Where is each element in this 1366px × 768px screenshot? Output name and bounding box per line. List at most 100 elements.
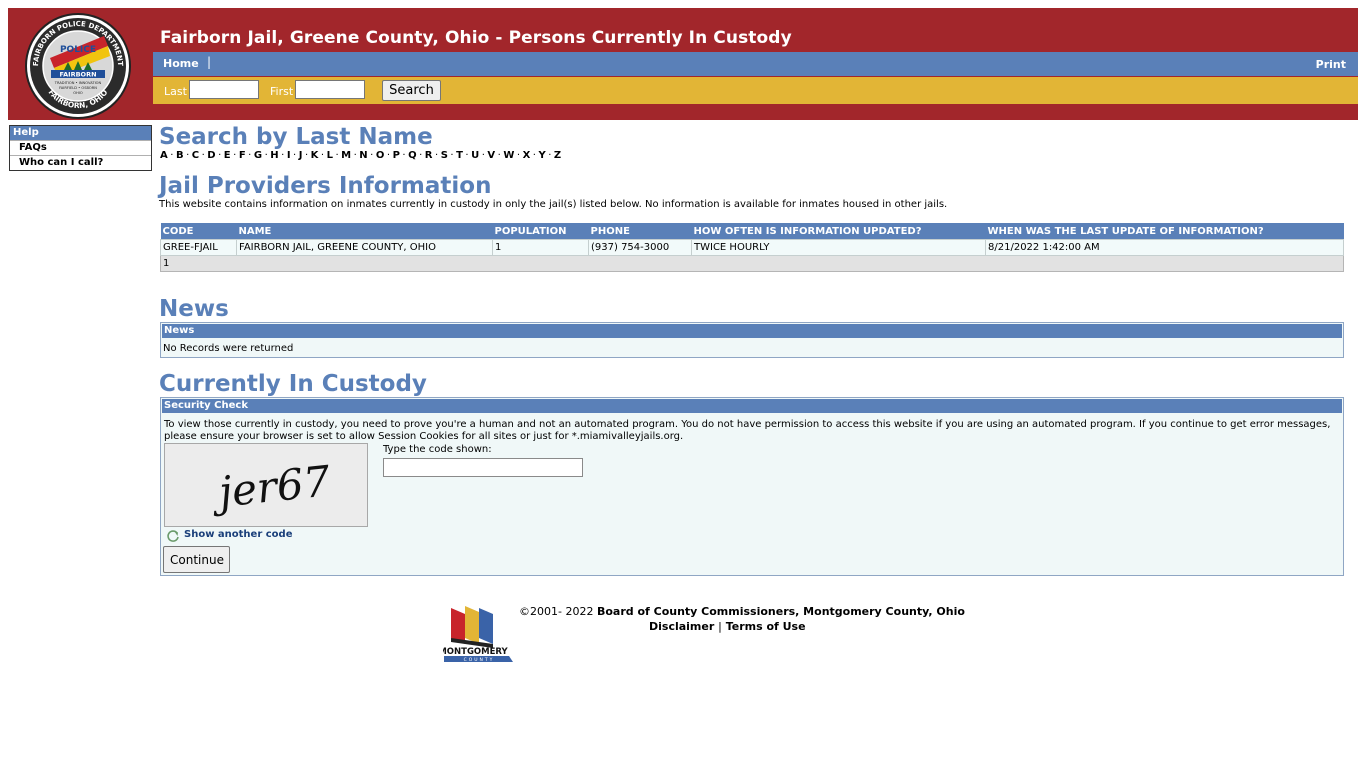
disclaimer-link[interactable]: Disclaimer	[649, 620, 714, 633]
help-menu-header: Help	[10, 126, 151, 140]
svg-text:jer67: jer67	[209, 456, 333, 517]
letter-separator: ·	[281, 150, 285, 161]
letter-separator: ·	[516, 150, 521, 161]
letter-link-m[interactable]: M	[341, 150, 351, 161]
last-name-label: Last	[164, 85, 187, 98]
cell-population: 1	[492, 239, 589, 256]
svg-text:COUNTY: COUNTY	[464, 657, 495, 663]
news-panel-header: News	[162, 324, 1342, 338]
letter-link-k[interactable]: K	[311, 150, 319, 161]
providers-note: This website contains information on inm…	[159, 199, 948, 210]
col-name: NAME	[236, 223, 493, 240]
news-empty-message: No Records were returned	[163, 343, 294, 354]
svg-text:OHIO: OHIO	[73, 91, 83, 95]
first-name-input[interactable]	[295, 80, 365, 99]
jail-providers-heading: Jail Providers Information	[159, 173, 492, 199]
letter-separator: ·	[320, 150, 325, 161]
letter-link-w[interactable]: W	[503, 150, 515, 161]
svg-text:TRADITION • INNOVATION: TRADITION • INNOVATION	[54, 81, 102, 85]
menu-item-who-can-i-call[interactable]: Who can I call?	[10, 155, 151, 170]
letter-separator: ·	[170, 150, 174, 161]
captcha-code-input[interactable]	[383, 458, 583, 477]
letter-link-u[interactable]: U	[471, 150, 480, 161]
cell-update-frequency: TWICE HOURLY	[691, 239, 986, 256]
letter-link-b[interactable]: B	[176, 150, 184, 161]
letter-separator: ·	[465, 150, 470, 161]
letter-separator: ·	[218, 150, 222, 161]
svg-text:FAIRFIELD • OSBORN: FAIRFIELD • OSBORN	[59, 86, 97, 90]
first-name-label: First	[270, 85, 294, 98]
menu-item-faqs[interactable]: FAQs	[10, 140, 151, 155]
cell-name: FAIRBORN JAIL, GREENE COUNTY, OHIO	[236, 239, 493, 256]
nav-separator: |	[207, 55, 212, 69]
letter-link-g[interactable]: G	[254, 150, 263, 161]
letter-separator: ·	[370, 150, 374, 161]
letter-link-o[interactable]: O	[376, 150, 385, 161]
letter-link-x[interactable]: X	[523, 150, 531, 161]
letter-separator: ·	[264, 150, 269, 161]
letter-link-p[interactable]: P	[393, 150, 401, 161]
letter-link-l[interactable]: L	[327, 150, 334, 161]
search-button[interactable]: Search	[382, 80, 441, 101]
letter-link-h[interactable]: H	[270, 150, 279, 161]
letter-link-t[interactable]: T	[456, 150, 463, 161]
svg-text:POLICE: POLICE	[60, 45, 96, 55]
letter-separator: ·	[335, 150, 340, 161]
search-bar: Last First Search	[153, 77, 1358, 104]
captcha-image: jer67	[164, 443, 368, 527]
security-check-message: To view those currently in custody, you …	[164, 419, 1331, 442]
footer-copyright: ©2001- 2022 Board of County Commissioner…	[519, 605, 965, 618]
letter-link-f[interactable]: F	[239, 150, 246, 161]
letter-separator: ·	[186, 150, 190, 161]
last-name-input[interactable]	[189, 80, 259, 99]
search-by-last-name-heading: Search by Last Name	[159, 124, 433, 150]
letter-separator: ·	[497, 150, 502, 161]
letter-link-j[interactable]: J	[299, 150, 303, 161]
letter-link-y[interactable]: Y	[538, 150, 546, 161]
letter-separator: ·	[435, 150, 439, 161]
letter-link-z[interactable]: Z	[554, 150, 562, 161]
letter-separator: ·	[419, 150, 423, 161]
letter-separator: ·	[248, 150, 252, 161]
cell-last-update: 8/21/2022 1:42:00 AM	[985, 239, 1344, 256]
table-row: GREE-FJAIL FAIRBORN JAIL, GREENE COUNTY,…	[160, 239, 1344, 256]
footer-links: Disclaimer | Terms of Use	[649, 620, 806, 633]
refresh-icon	[167, 530, 179, 542]
cell-code: GREE-FJAIL	[160, 239, 237, 256]
letter-link-s[interactable]: S	[441, 150, 449, 161]
letter-link-c[interactable]: C	[192, 150, 200, 161]
svg-text:MONTGOMERY: MONTGOMERY	[443, 647, 508, 657]
help-menu: Help FAQs Who can I call?	[9, 125, 152, 171]
pager-page-1[interactable]: 1	[160, 255, 1344, 272]
letter-separator: ·	[233, 150, 237, 161]
letter-link-r[interactable]: R	[425, 150, 433, 161]
table-header-row: CODE NAME POPULATION PHONE HOW OFTEN IS …	[160, 223, 1344, 240]
terms-of-use-link[interactable]: Terms of Use	[726, 620, 806, 633]
letter-link-i[interactable]: I	[287, 150, 291, 161]
print-link[interactable]: Print	[1316, 58, 1346, 71]
table-pager-row: 1	[160, 255, 1344, 272]
letter-separator: ·	[481, 150, 486, 161]
cell-phone: (937) 754-3000	[588, 239, 692, 256]
letter-link-e[interactable]: E	[224, 150, 231, 161]
news-heading: News	[159, 296, 229, 322]
footer-separator: |	[718, 620, 722, 633]
continue-button[interactable]: Continue	[163, 546, 230, 573]
letter-separator: ·	[532, 150, 537, 161]
letter-separator: ·	[201, 150, 206, 161]
letter-separator: ·	[386, 150, 391, 161]
letter-link-q[interactable]: Q	[408, 150, 417, 161]
police-badge-logo: POLICE FAIRBORN TRADITION • INNOVATION F…	[25, 13, 131, 119]
svg-text:FAIRBORN: FAIRBORN	[59, 71, 96, 79]
letter-separator: ·	[402, 150, 407, 161]
letter-link-a[interactable]: A	[160, 150, 168, 161]
montgomery-county-logo: MONTGOMERY COUNTY	[443, 606, 513, 663]
home-link[interactable]: Home	[163, 57, 199, 70]
letter-link-n[interactable]: N	[359, 150, 368, 161]
col-population: POPULATION	[492, 223, 589, 240]
currently-in-custody-heading: Currently In Custody	[159, 371, 427, 397]
letter-separator: ·	[293, 150, 297, 161]
letter-separator: ·	[548, 150, 552, 161]
letter-link-d[interactable]: D	[207, 150, 216, 161]
letter-link-v[interactable]: V	[487, 150, 495, 161]
